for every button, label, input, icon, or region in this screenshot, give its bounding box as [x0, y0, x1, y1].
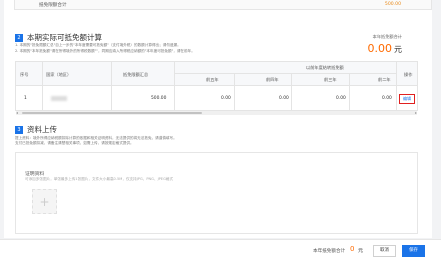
divider	[349, 73, 350, 86]
divider	[349, 86, 350, 110]
footer-total-amount: 0	[350, 245, 355, 253]
page-scrollbar[interactable]	[436, 0, 441, 238]
credit-amount-unit: 元	[394, 45, 402, 54]
table-horizontal-scrollbar[interactable]: ◂ ▸	[16, 110, 417, 115]
divider	[234, 86, 235, 110]
table-row: 1 500.00 0.00 0.00 0.00 0.00 编辑	[16, 86, 417, 110]
table-header: 序号 国家（地区） 抵免限额汇总 以前年度结转抵免额 前五年 前四年 前三年 前…	[16, 62, 417, 86]
section-title: 本期实际可抵免额计算	[27, 33, 102, 42]
credit-summary-amount: 0.00 元	[368, 42, 403, 55]
divider	[174, 73, 396, 74]
footer-total-label: 本年抵免额合计	[313, 249, 346, 254]
scroll-left-icon[interactable]: ◂	[16, 110, 18, 115]
col-year5-header: 前五年	[206, 77, 219, 82]
divider	[111, 62, 112, 86]
add-image-button[interactable]: +	[32, 189, 57, 214]
upload-hint: 可添加多张图片，单张最多上传1张图片，文件大小最高0.5M，仅支持JPG、PNG…	[25, 177, 174, 181]
divider	[174, 86, 175, 110]
limit-total-value: 500.00	[384, 2, 401, 7]
section-number-badge: 2	[15, 33, 23, 42]
divider	[174, 62, 175, 86]
credit-summary-caption: 本年抵免额合计	[372, 34, 402, 39]
cancel-button[interactable]: 取消	[373, 245, 396, 257]
row-year3: 0.00	[336, 96, 346, 101]
divider	[42, 86, 43, 110]
divider	[111, 86, 112, 110]
col-carryover-header: 以前年度结转抵免额	[306, 65, 344, 70]
col-limit-header: 抵免限额汇总	[123, 72, 149, 77]
upload-panel: 证明资料 可添加多张图片，单张最多上传1张图片，文件大小最高0.5M，仅支持JP…	[15, 152, 418, 234]
col-year2-header: 前二年	[378, 77, 391, 82]
section-number-badge: 3	[15, 125, 23, 134]
upload-title: 证明资料	[25, 172, 45, 177]
scroll-right-icon[interactable]: ▸	[415, 110, 417, 115]
credit-table: 序号 国家（地区） 抵免限额汇总 以前年度结转抵免额 前五年 前四年 前三年 前…	[15, 61, 418, 115]
plus-icon: +	[39, 195, 50, 209]
credit-summary: 本年抵免额合计 0.00 元	[368, 34, 403, 55]
divider	[396, 62, 397, 86]
divider	[42, 62, 43, 86]
col-action-header: 操作	[404, 72, 413, 77]
footer-total-unit: 元	[358, 248, 364, 254]
divider	[291, 86, 292, 110]
limit-total-row: 抵免限额合计 500.00	[14, 0, 432, 10]
row-year4: 0.00	[279, 96, 289, 101]
edit-link[interactable]: 编辑	[399, 94, 415, 104]
section-upload-header: 3 资料上传	[15, 124, 57, 135]
row-index: 1	[24, 96, 27, 101]
country-redacted	[51, 96, 67, 101]
divider	[396, 86, 397, 110]
divider	[234, 73, 235, 86]
section-note: 1. 本期的"抵免限额汇总"自上一步的"本年度需要可抵免额"（支付境外税）的数额…	[15, 43, 181, 47]
col-index-header: 序号	[20, 72, 29, 77]
limit-total-label: 抵免限额合计	[39, 3, 67, 8]
footer-bar: 本年抵免额合计 0 元 取消 保存	[0, 239, 441, 262]
col-year4-header: 前四年	[266, 77, 279, 82]
row-limit: 500.00	[151, 96, 167, 101]
form-card: 抵免限额合计 500.00 2 本期实际可抵免额计算 1. 本期的"抵免限额汇总…	[4, 0, 432, 238]
col-country-header: 国家（地区）	[46, 72, 72, 77]
row-year2: 0.00	[382, 96, 392, 101]
section-title: 资料上传	[27, 125, 57, 134]
row-year5: 0.00	[221, 96, 231, 101]
divider	[291, 73, 292, 86]
section-credit-calc-header: 2 本期实际可抵免额计算	[15, 32, 102, 43]
section-note: 支付已抵免额扣减，请备注清楚相关事项，如需上传，请按规定格式提供。	[15, 141, 134, 145]
section-note: 2. 本期的"本年抵免额"请在所得境外的所得税数额""，同期应填入所得税应纳额的…	[15, 49, 195, 53]
save-button[interactable]: 保存	[402, 245, 425, 257]
scroll-thumb[interactable]	[22, 112, 202, 114]
col-year3-header: 前三年	[324, 77, 337, 82]
credit-amount-value: 0.00	[367, 42, 393, 55]
